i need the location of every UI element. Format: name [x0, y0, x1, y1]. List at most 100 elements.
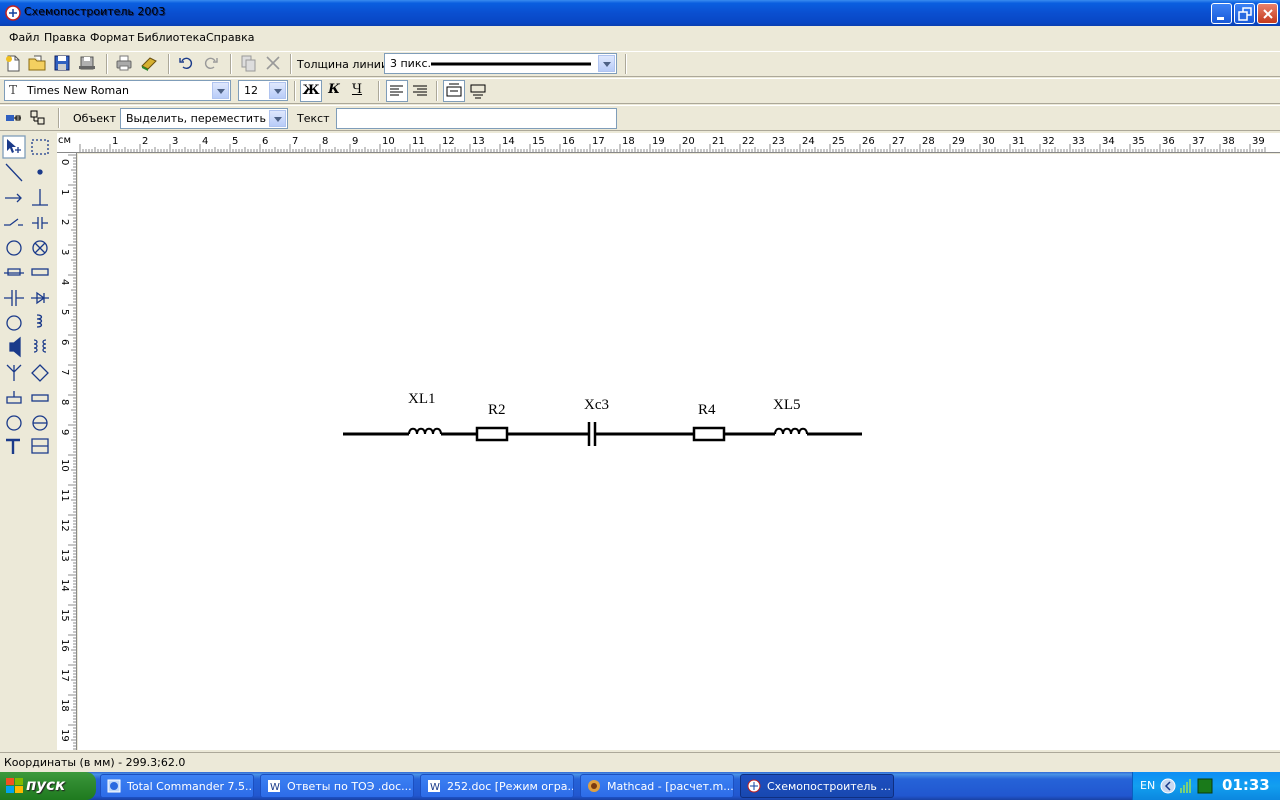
ruler-tick-label: 9 — [59, 429, 70, 435]
show-hidden-icon[interactable] — [1160, 778, 1176, 794]
menu-help[interactable]: Справка — [206, 31, 254, 44]
italic-button[interactable]: К — [323, 80, 345, 102]
print-icon[interactable] — [113, 52, 135, 74]
toolbar-separator — [378, 81, 380, 101]
copy-icon[interactable] — [237, 52, 259, 74]
source-tool[interactable] — [6, 315, 22, 331]
chevron-down-icon[interactable] — [212, 82, 229, 99]
rectifier-tool[interactable] — [31, 364, 49, 382]
transformer-tool[interactable] — [33, 339, 47, 353]
toolbar-separator — [230, 54, 232, 74]
capacitor-tool[interactable] — [32, 217, 48, 229]
close-button[interactable] — [1257, 3, 1278, 24]
ruler-tick-label: 23 — [772, 136, 785, 147]
arrow-tool[interactable] — [5, 193, 22, 203]
ruler-tick-label: 19 — [59, 729, 70, 742]
speaker-tool[interactable] — [9, 336, 21, 358]
fuse-tool[interactable] — [4, 268, 24, 276]
taskbar-item-label: Total Commander 7.5... — [127, 780, 254, 793]
font-name-select[interactable]: T Times New Roman — [4, 80, 231, 101]
menu-format[interactable]: Формат — [90, 31, 135, 44]
component-insert-icon[interactable] — [2, 107, 24, 129]
language-indicator[interactable]: EN — [1140, 779, 1155, 792]
ruler-tick-label: 12 — [59, 519, 70, 532]
object-mode-select[interactable]: Выделить, переместить — [120, 108, 288, 129]
resistor-tool[interactable] — [31, 268, 49, 276]
ruler-tick-label: 22 — [742, 136, 755, 147]
save-as-icon[interactable] — [76, 52, 98, 74]
inductor-xl1[interactable] — [408, 427, 442, 435]
ruler-tick-label: 38 — [1222, 136, 1235, 147]
frame-select-tool[interactable] — [31, 139, 49, 155]
ruler-tick-label: 34 — [1102, 136, 1115, 147]
underline-button[interactable]: Ч — [346, 80, 368, 102]
ruler-tick-label: 15 — [532, 136, 545, 147]
block-tool[interactable] — [31, 438, 49, 454]
resistor-r4[interactable] — [692, 426, 726, 442]
minimize-button[interactable] — [1211, 3, 1232, 24]
ruler-tick-label: 25 — [832, 136, 845, 147]
ruler-tick-label: 4 — [202, 136, 208, 147]
ruler-tick-label: 4 — [59, 279, 70, 285]
align-right-icon[interactable] — [409, 80, 431, 102]
chevron-down-icon[interactable] — [269, 82, 286, 99]
start-button[interactable]: пуск — [0, 772, 96, 800]
ruler-tick-label: 10 — [59, 459, 70, 472]
svg-text:W: W — [270, 782, 280, 793]
delete-icon[interactable] — [262, 52, 284, 74]
svg-text:W: W — [430, 782, 440, 793]
ruler-tick-label: 14 — [59, 579, 70, 592]
component-group-icon[interactable] — [27, 107, 49, 129]
ruler-tick-label: 18 — [622, 136, 635, 147]
tray-icons — [1160, 778, 1213, 794]
line-tool[interactable] — [5, 163, 23, 182]
inductor-xl5[interactable] — [774, 427, 808, 435]
diode-tool[interactable] — [31, 291, 49, 305]
text-frame-icon[interactable] — [443, 80, 465, 102]
ammeter-tool[interactable] — [6, 240, 22, 256]
ruler-tick-label: 12 — [442, 136, 455, 147]
restore-button[interactable] — [1234, 3, 1255, 24]
bold-button[interactable]: Ж — [300, 80, 322, 102]
line-width-select[interactable]: 3 пикс. — [384, 53, 617, 74]
taskbar-item-active[interactable]: Схемопостроитель ... — [740, 774, 894, 798]
menu-file[interactable]: Файл — [9, 31, 39, 44]
taskbar-item[interactable]: W 252.doc [Режим огра... — [420, 774, 574, 798]
text-input[interactable] — [336, 108, 617, 129]
redo-icon[interactable] — [200, 52, 222, 74]
save-icon[interactable] — [51, 52, 73, 74]
ruler-tick-label: 28 — [922, 136, 935, 147]
ground-tool[interactable] — [32, 189, 48, 206]
chevron-down-icon[interactable] — [269, 110, 286, 127]
ruler-tick-label: 3 — [172, 136, 178, 147]
polar-capacitor-tool[interactable] — [4, 290, 24, 306]
taskbar-item[interactable]: Mathcad - [расчет.m... — [580, 774, 734, 798]
antenna-tool[interactable] — [6, 364, 22, 381]
meter-tool[interactable] — [6, 415, 22, 431]
font-size-select[interactable]: 12 — [238, 80, 288, 101]
open-file-icon[interactable] — [26, 52, 48, 74]
relay-tool[interactable] — [6, 391, 22, 404]
menu-library[interactable]: Библиотека — [137, 31, 206, 44]
inductor-tool[interactable] — [36, 314, 43, 328]
text-tool[interactable] — [6, 438, 20, 454]
menu-edit[interactable]: Правка — [44, 31, 86, 44]
taskbar-item[interactable]: W Ответы по ТОЭ .doc... — [260, 774, 414, 798]
new-file-icon[interactable] — [2, 52, 24, 74]
align-left-icon[interactable] — [386, 80, 408, 102]
mathcad-icon — [588, 780, 600, 792]
signal-icon[interactable] — [1180, 779, 1191, 793]
drawing-tools — [2, 135, 49, 454]
switch-tool[interactable] — [4, 218, 23, 226]
resistor-r2[interactable] — [475, 426, 509, 442]
element-tool[interactable] — [31, 394, 49, 402]
network-icon[interactable] — [1197, 778, 1213, 794]
total-commander-icon — [107, 779, 121, 793]
library-book-icon[interactable] — [138, 52, 160, 74]
undo-icon[interactable] — [175, 52, 197, 74]
point-tool[interactable] — [37, 169, 43, 175]
vertical-ruler-ticks: 012345678910111213141516171819 — [59, 154, 76, 750]
text-underframe-icon[interactable] — [467, 80, 489, 102]
taskbar-item[interactable]: Total Commander 7.5... — [100, 774, 254, 798]
chevron-down-icon[interactable] — [598, 55, 615, 72]
